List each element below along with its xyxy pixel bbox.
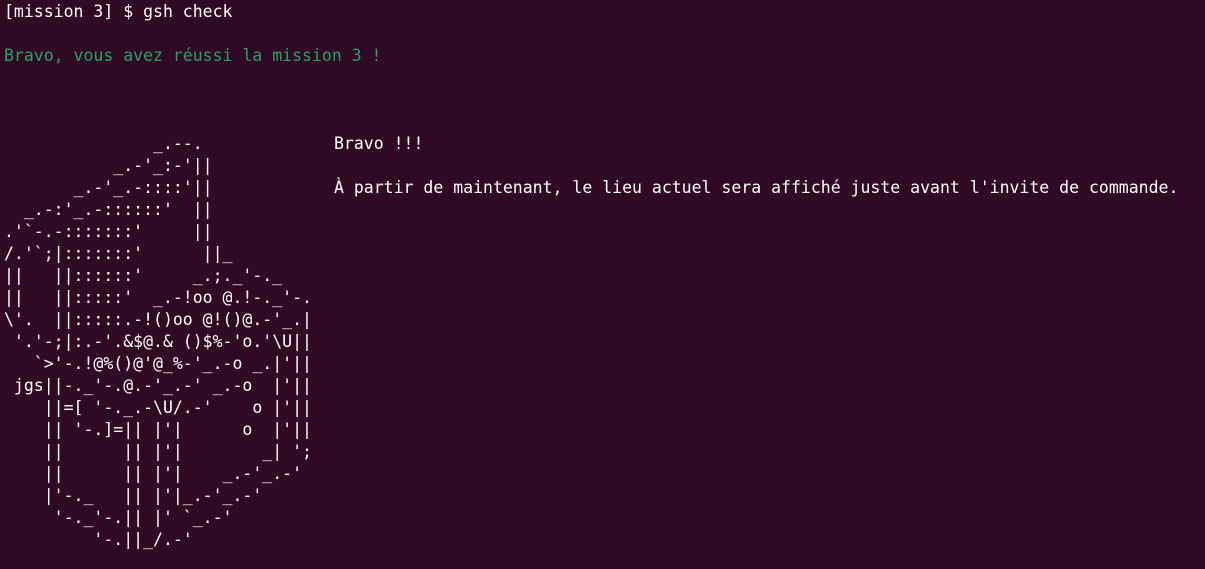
message-title: Bravo !!!: [334, 134, 424, 153]
terminal-window[interactable]: [mission 3] $ gsh check Bravo, vous avez…: [0, 0, 1205, 569]
command-prompt-line: [mission 3] $ gsh check: [4, 2, 233, 21]
message-body: À partir de maintenant, le lieu actuel s…: [334, 178, 1179, 197]
ascii-art-scroll: _.--. _.-'_:-'|| _.-'_.-::::'|| _.-:'_.-…: [4, 134, 312, 549]
success-message: Bravo, vous avez réussi la mission 3 !: [4, 46, 382, 65]
